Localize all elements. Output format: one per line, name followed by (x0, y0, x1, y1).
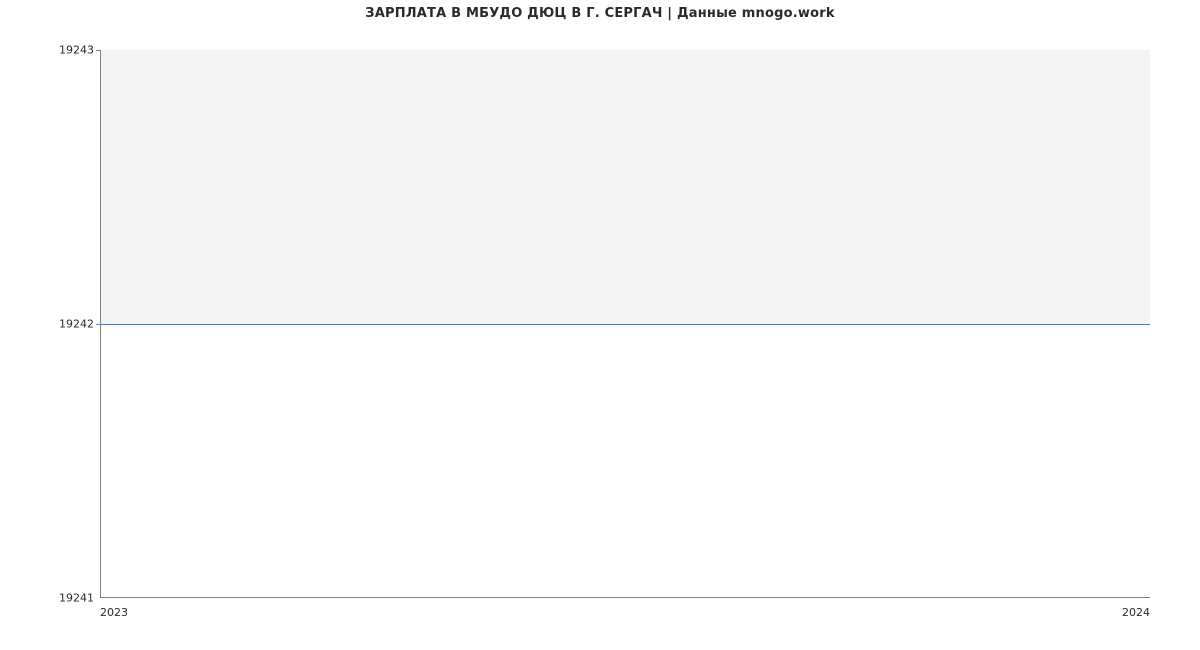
ytick-mark (96, 50, 100, 51)
plot-background-upper (101, 50, 1150, 324)
ytick-mark (96, 324, 100, 325)
ytick-label: 19242 (59, 318, 94, 331)
chart-title: ЗАРПЛАТА В МБУДО ДЮЦ В Г. СЕРГАЧ | Данны… (0, 6, 1200, 21)
ytick-label: 19243 (59, 44, 94, 57)
data-line (101, 324, 1150, 325)
xtick-label: 2023 (100, 606, 128, 619)
ytick-label: 19241 (59, 592, 94, 605)
plot-area (100, 50, 1150, 598)
xtick-label: 2024 (1122, 606, 1150, 619)
